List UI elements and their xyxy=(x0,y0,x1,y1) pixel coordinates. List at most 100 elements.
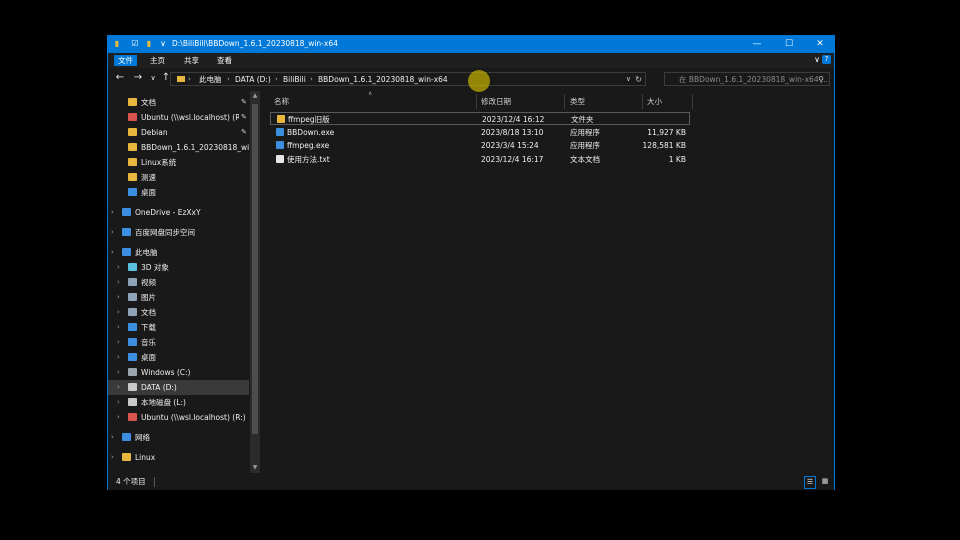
nav-item[interactable]: › DATA (D:) xyxy=(108,380,249,395)
expand-chevron-icon[interactable]: › xyxy=(111,247,114,258)
nav-scrollbar-thumb[interactable] xyxy=(252,104,258,434)
tab-file[interactable]: 文件 xyxy=(114,55,137,66)
breadcrumb-separator-icon[interactable]: › xyxy=(227,74,230,85)
nav-item-label: 百度网盘同步空间 xyxy=(135,228,195,237)
help-icon[interactable]: ? xyxy=(822,55,831,64)
expand-chevron-icon[interactable]: › xyxy=(117,397,120,408)
nav-item[interactable]: › 音乐 xyxy=(108,335,249,350)
forward-button[interactable]: → xyxy=(132,72,144,84)
breadcrumb-separator-icon[interactable]: › xyxy=(188,74,191,85)
file-name: ffmpeg旧版 xyxy=(288,115,330,124)
back-button[interactable]: ← xyxy=(114,72,126,84)
nav-item[interactable]: › Windows (C:) xyxy=(108,365,249,380)
nav-item-label: 测速 xyxy=(141,173,156,182)
nav-item[interactable]: › OneDrive - EzXxY xyxy=(108,205,249,220)
column-divider[interactable] xyxy=(476,94,477,109)
nav-item[interactable]: Linux系统 xyxy=(108,155,249,170)
nav-item-label: 网络 xyxy=(135,433,150,442)
file-row[interactable]: ffmpeg.exe 2023/3/4 15:24 应用程序 128,581 KB xyxy=(270,139,690,152)
minimize-button[interactable]: — xyxy=(741,36,773,53)
maximize-button[interactable]: ☐ xyxy=(773,36,805,53)
file-row[interactable]: ffmpeg旧版 2023/12/4 16:12 文件夹 xyxy=(270,112,690,125)
videos-icon xyxy=(128,278,137,286)
file-list: ∧ 名称 修改日期 类型 大小 ffmpeg旧版 2023/12/4 16:12 文… xyxy=(268,90,836,473)
expand-chevron-icon[interactable]: › xyxy=(117,382,120,393)
expand-chevron-icon[interactable]: › xyxy=(117,412,120,423)
tab-home[interactable]: 主页 xyxy=(146,55,169,66)
refresh-icon[interactable]: ↻ xyxy=(635,74,642,85)
expand-chevron-icon[interactable]: › xyxy=(117,367,120,378)
large-icons-view-icon[interactable]: ▦ xyxy=(820,476,830,487)
file-explorer-window: ▮ ☑ ▮ ∨ D:\BiliBili\BBDown_1.6.1_2023081… xyxy=(107,35,835,490)
column-header-type[interactable]: 类型 xyxy=(570,96,585,107)
address-dropdown-icon[interactable]: ∨ xyxy=(626,74,631,85)
nav-item[interactable]: › 此电脑 xyxy=(108,245,249,260)
nav-item-label: 文档 xyxy=(141,308,156,317)
pin-icon: ✎ xyxy=(241,113,247,121)
drive-icon xyxy=(128,398,137,406)
expand-chevron-icon[interactable]: › xyxy=(111,227,114,238)
tab-view[interactable]: 查看 xyxy=(213,55,236,66)
nav-item-label: 文档 xyxy=(141,98,156,107)
search-box[interactable]: 在 BBDown_1.6.1_20230818_win-x64 ... ⚲ xyxy=(664,72,830,86)
nav-item[interactable]: › 桌面 xyxy=(108,350,249,365)
folder-icon: ▮ xyxy=(114,39,120,48)
breadcrumb-separator-icon[interactable]: › xyxy=(275,74,278,85)
breadcrumb-drive-d[interactable]: DATA (D:) xyxy=(235,74,271,85)
scroll-up-icon[interactable]: ▲ xyxy=(250,91,260,101)
column-header-size[interactable]: 大小 xyxy=(647,96,662,107)
nav-scrollbar[interactable]: ▲ ▼ xyxy=(250,91,260,473)
tab-share[interactable]: 共享 xyxy=(180,55,203,66)
nav-item[interactable]: › 图片 xyxy=(108,290,249,305)
column-header-name[interactable]: 名称 xyxy=(274,96,289,107)
expand-chevron-icon[interactable]: › xyxy=(111,432,114,443)
nav-item[interactable]: 测速 xyxy=(108,170,249,185)
nav-item[interactable]: Ubuntu (\\wsl.localhost) (R:) ✎ xyxy=(108,110,249,125)
expand-chevron-icon[interactable]: › xyxy=(117,322,120,333)
nav-item-label: Windows (C:) xyxy=(141,368,191,377)
expand-chevron-icon[interactable]: › xyxy=(117,352,120,363)
column-divider[interactable] xyxy=(692,94,693,109)
nav-item[interactable]: 文档 ✎ xyxy=(108,95,249,110)
expand-chevron-icon[interactable]: › xyxy=(111,452,114,463)
nav-item[interactable]: › 下载 xyxy=(108,320,249,335)
ribbon-collapse-icon[interactable]: ∨ xyxy=(814,55,820,64)
recent-locations-icon[interactable]: ∨ xyxy=(147,72,159,84)
new-folder-icon[interactable]: ▮ xyxy=(144,39,154,49)
close-button[interactable]: ✕ xyxy=(804,36,836,53)
expand-chevron-icon[interactable]: › xyxy=(117,292,120,303)
expand-chevron-icon[interactable]: › xyxy=(111,207,114,218)
details-view-icon[interactable]: ☰ xyxy=(804,476,816,489)
file-row[interactable]: BBDown.exe 2023/8/18 13:10 应用程序 11,927 KB xyxy=(270,126,690,139)
quick-access-dropdown-icon[interactable]: ∨ xyxy=(158,39,168,49)
title-bar[interactable]: ▮ ☑ ▮ ∨ D:\BiliBili\BBDown_1.6.1_2023081… xyxy=(108,36,834,53)
scroll-down-icon[interactable]: ▼ xyxy=(250,463,260,473)
breadcrumb-bbdown[interactable]: BBDown_1.6.1_20230818_win-x64 xyxy=(318,74,448,85)
nav-item[interactable]: › 文档 xyxy=(108,305,249,320)
status-divider xyxy=(154,477,155,487)
nav-item[interactable]: Debian ✎ xyxy=(108,125,249,140)
breadcrumb-bilibili[interactable]: BiliBili xyxy=(283,74,306,85)
column-header-date[interactable]: 修改日期 xyxy=(481,96,511,107)
nav-item[interactable]: › 视频 xyxy=(108,275,249,290)
nav-item[interactable]: › 本地磁盘 (L:) xyxy=(108,395,249,410)
expand-chevron-icon[interactable]: › xyxy=(117,277,120,288)
nav-item[interactable]: › 百度网盘同步空间 xyxy=(108,225,249,240)
address-bar[interactable]: › 此电脑 › DATA (D:) › BiliBili › BBDown_1.… xyxy=(170,72,646,86)
file-row[interactable]: 使用方法.txt 2023/12/4 16:17 文本文档 1 KB xyxy=(270,153,690,166)
nav-item[interactable]: › 3D 对象 xyxy=(108,260,249,275)
expand-chevron-icon[interactable]: › xyxy=(117,337,120,348)
breadcrumb-separator-icon[interactable]: › xyxy=(310,74,313,85)
column-divider[interactable] xyxy=(564,94,565,109)
breadcrumb-this-pc[interactable]: 此电脑 xyxy=(199,74,222,85)
nav-item[interactable]: 桌面 xyxy=(108,185,249,200)
expand-chevron-icon[interactable]: › xyxy=(117,307,120,318)
nav-item[interactable]: › 网络 xyxy=(108,430,249,445)
nav-item[interactable]: › Ubuntu (\\wsl.localhost) (R:) xyxy=(108,410,249,425)
nav-item[interactable]: BBDown_1.6.1_20230818_win-x64 xyxy=(108,140,249,155)
expand-chevron-icon[interactable]: › xyxy=(117,262,120,273)
properties-icon[interactable]: ☑ xyxy=(130,39,140,49)
file-date: 2023/8/18 13:10 xyxy=(481,127,544,137)
nav-item[interactable]: › Linux xyxy=(108,450,249,465)
column-divider[interactable] xyxy=(642,94,643,109)
